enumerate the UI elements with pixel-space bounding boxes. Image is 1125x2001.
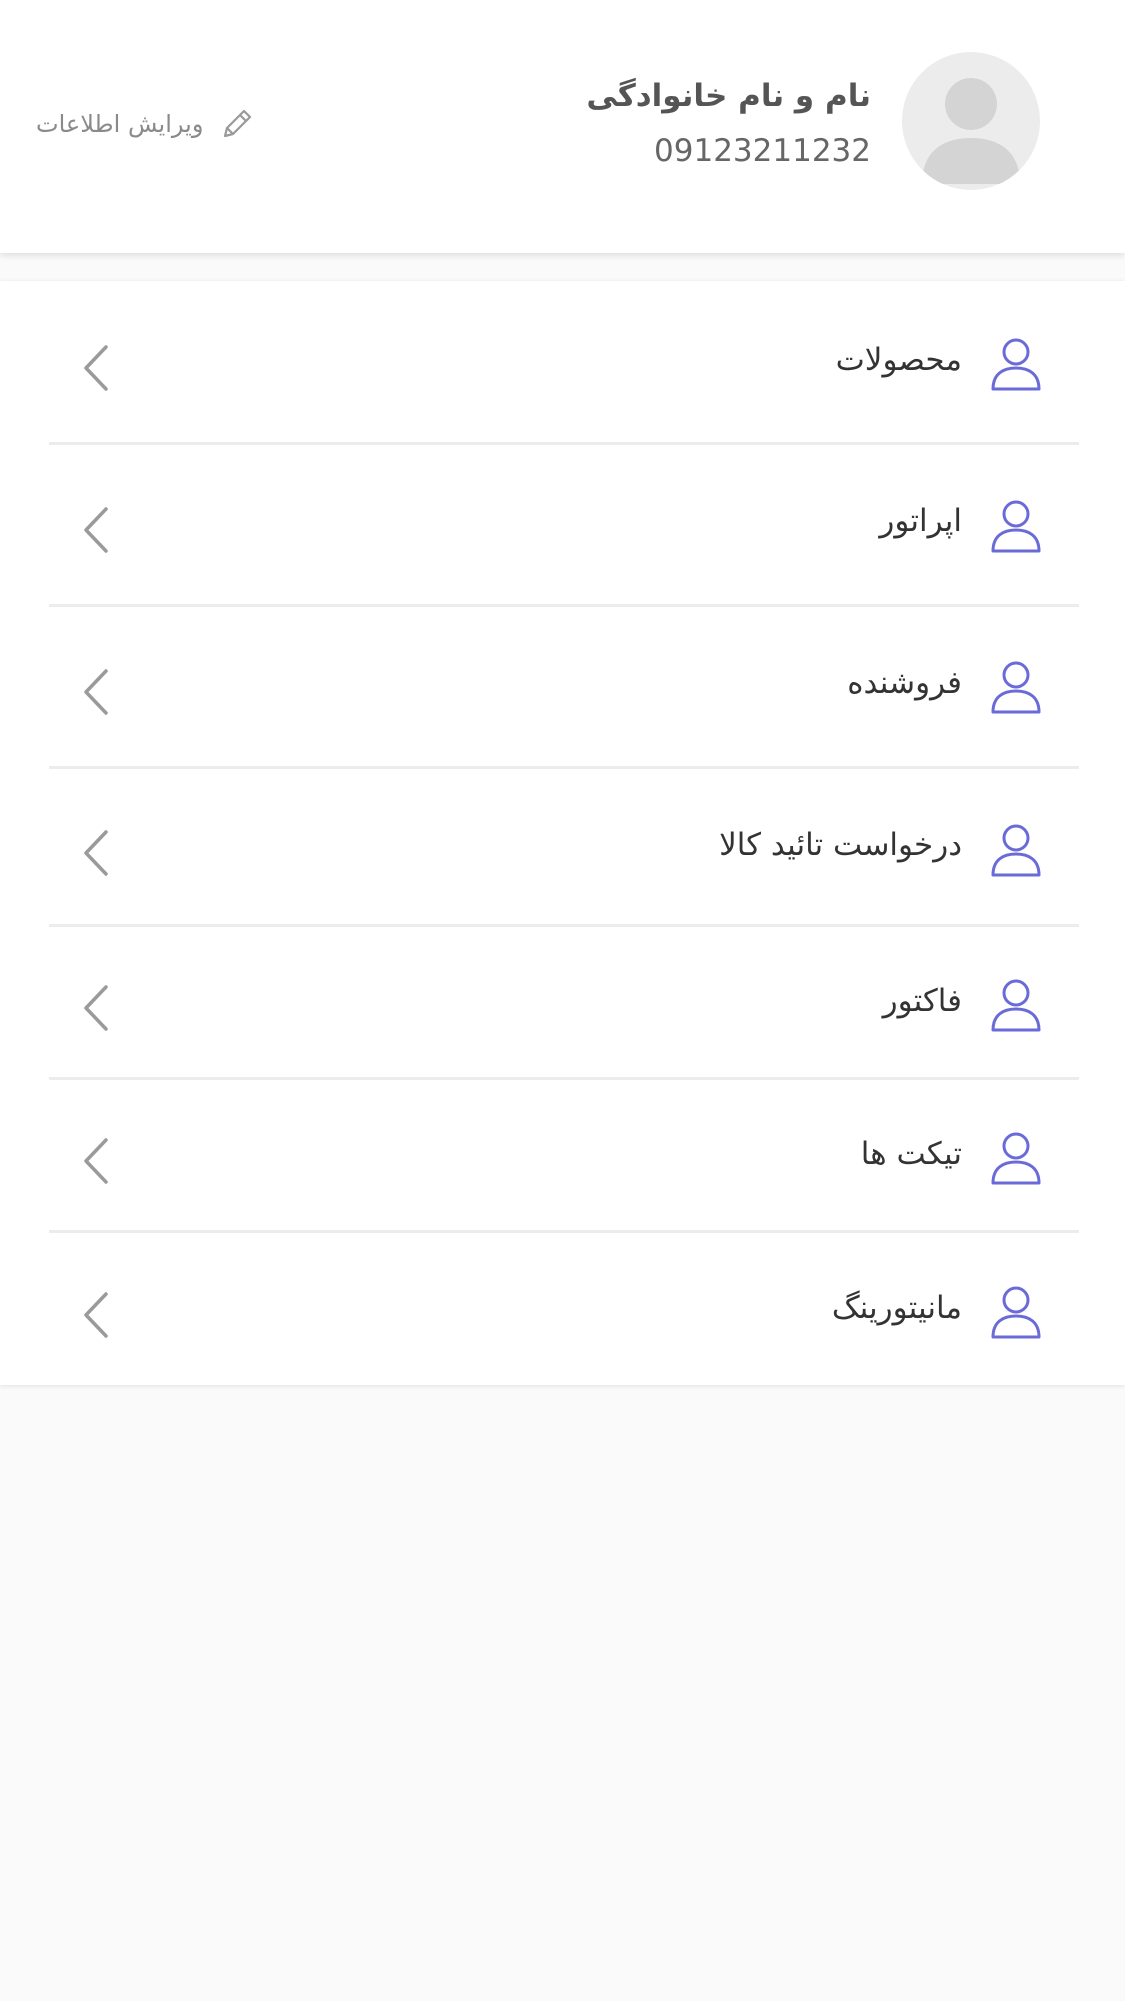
profile-name: نام و نام خانوادگی — [586, 78, 871, 114]
avatar[interactable] — [902, 52, 1040, 190]
chevron-left-icon — [84, 1138, 108, 1184]
menu-item-label: مانیتورینگ — [831, 1290, 962, 1326]
user-silhouette-icon — [922, 78, 1020, 184]
menu-item-label: درخواست تائید کالا — [719, 827, 962, 863]
chevron-left-icon — [84, 345, 108, 391]
user-outline-icon — [991, 824, 1041, 877]
profile-phone: 09123211232 — [654, 133, 871, 169]
menu-item-operator[interactable]: اپراتور — [0, 445, 1125, 607]
user-outline-icon — [991, 500, 1041, 553]
menu-item-products[interactable]: محصولات — [0, 281, 1125, 445]
menu-item-product-approval[interactable]: درخواست تائید کالا — [0, 769, 1125, 927]
menu-item-label: تیکت ها — [860, 1136, 962, 1172]
profile-header: نام و نام خانوادگی 09123211232 ویرایش اط… — [0, 0, 1125, 253]
menu-item-monitoring[interactable]: مانیتورینگ — [0, 1233, 1125, 1385]
user-outline-icon — [991, 1132, 1041, 1185]
menu-item-seller[interactable]: فروشنده — [0, 607, 1125, 769]
chevron-left-icon — [84, 1292, 108, 1338]
user-outline-icon — [991, 661, 1041, 714]
user-outline-icon — [991, 1286, 1041, 1339]
edit-profile-label: ویرایش اطلاعات — [36, 110, 204, 138]
profile-page: نام و نام خانوادگی 09123211232 ویرایش اط… — [0, 0, 1125, 2001]
chevron-left-icon — [84, 830, 108, 876]
menu-item-tickets[interactable]: تیکت ها — [0, 1080, 1125, 1233]
menu-item-invoice[interactable]: فاکتور — [0, 927, 1125, 1080]
menu-item-label: فاکتور — [882, 983, 962, 1019]
edit-profile-button[interactable]: ویرایش اطلاعات — [36, 102, 255, 146]
menu-item-label: اپراتور — [879, 503, 962, 539]
user-outline-icon — [991, 979, 1041, 1032]
pencil-icon — [224, 109, 252, 138]
chevron-left-icon — [84, 985, 108, 1031]
menu-list: محصولات اپراتور فروشنده درخواست تائید کا… — [0, 281, 1125, 1385]
menu-item-label: فروشنده — [847, 665, 962, 701]
menu-item-label: محصولات — [835, 342, 962, 378]
user-outline-icon — [991, 338, 1041, 391]
chevron-left-icon — [84, 669, 108, 715]
chevron-left-icon — [84, 507, 108, 553]
